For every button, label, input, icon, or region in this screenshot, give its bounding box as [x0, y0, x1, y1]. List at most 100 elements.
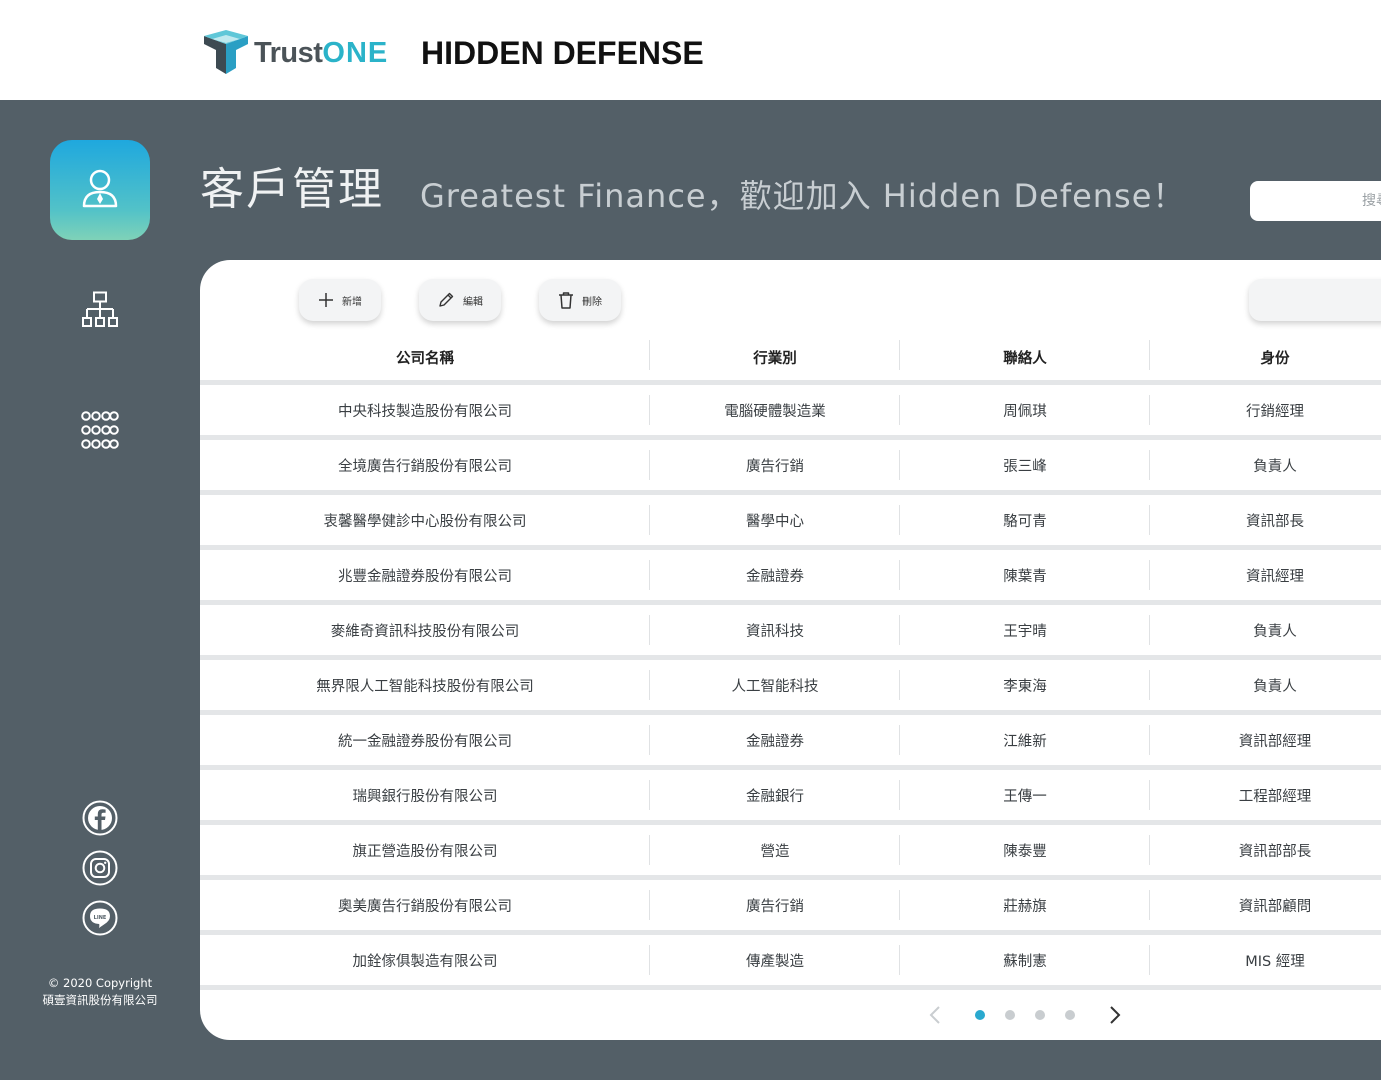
- column-divider: [649, 450, 650, 480]
- column-divider: [899, 780, 900, 810]
- column-divider: [1149, 505, 1150, 535]
- plus-icon: [319, 293, 333, 307]
- page-dot-2[interactable]: [1005, 1010, 1015, 1020]
- row-contact: 陳泰豐: [1003, 843, 1047, 860]
- column-divider: [899, 670, 900, 700]
- row-industry: 傳產製造: [746, 953, 804, 970]
- row-title: 資訊部長: [1246, 513, 1304, 530]
- column-divider: [1149, 615, 1150, 645]
- instagram-icon[interactable]: [82, 850, 118, 886]
- row-title: 資訊經理: [1246, 568, 1304, 585]
- add-button-label: 新增: [342, 296, 362, 308]
- table-row[interactable]: 統一金融證券股份有限公司 金融證券 江維新 資訊部經理: [200, 715, 1381, 770]
- top-bar: TrustONE HIDDEN DEFENSE: [0, 0, 1381, 100]
- row-contact: 張三峰: [1003, 458, 1047, 475]
- table-row[interactable]: 無界限人工智能科技股份有限公司 人工智能科技 李東海 負責人: [200, 660, 1381, 715]
- row-title: 負責人: [1253, 623, 1297, 640]
- column-header-title[interactable]: 身份: [1150, 335, 1381, 380]
- trash-icon: [559, 292, 573, 309]
- column-divider: [899, 945, 900, 975]
- column-divider: [649, 945, 650, 975]
- page-title: 客戶管理: [200, 164, 384, 215]
- nav-customers-button[interactable]: [50, 140, 150, 240]
- column-divider: [649, 505, 650, 535]
- table-row[interactable]: 瑞興銀行股份有限公司 金融銀行 王傳一 工程部經理: [200, 770, 1381, 825]
- row-contact: 王傳一: [1003, 788, 1047, 805]
- page-dot-1[interactable]: [975, 1010, 985, 1020]
- row-company: 加銓傢俱製造有限公司: [352, 953, 498, 970]
- edit-button[interactable]: 編輯: [419, 279, 501, 321]
- row-contact: 李東海: [1003, 678, 1047, 695]
- column-divider: [1149, 780, 1150, 810]
- table-row[interactable]: 衷馨醫學健診中心股份有限公司 醫學中心 駱可青 資訊部長: [200, 495, 1381, 550]
- row-company: 麥維奇資訊科技股份有限公司: [330, 623, 520, 640]
- row-title: 行銷經理: [1246, 403, 1304, 420]
- row-contact: 蘇制憲: [1003, 953, 1047, 970]
- column-header-contact[interactable]: 聯絡人: [900, 335, 1150, 380]
- table-row[interactable]: 全境廣告行銷股份有限公司 廣告行銷 張三峰 負責人: [200, 440, 1381, 495]
- row-contact: 江維新: [1003, 733, 1047, 750]
- copyright-line-1: © 2020 Copyright: [47, 976, 153, 990]
- column-divider: [649, 670, 650, 700]
- row-industry: 資訊科技: [746, 623, 804, 640]
- svg-text:LINE: LINE: [94, 915, 107, 921]
- table-header: 公司名稱 行業別 聯絡人 身份: [200, 335, 1381, 385]
- row-contact: 周佩琪: [1003, 403, 1047, 420]
- column-divider: [899, 725, 900, 755]
- table-row[interactable]: 中央科技製造股份有限公司 電腦硬體製造業 周佩琪 行銷經理: [200, 385, 1381, 440]
- column-divider: [899, 835, 900, 865]
- row-industry: 金融銀行: [746, 788, 804, 805]
- row-title: 負責人: [1253, 678, 1297, 695]
- line-icon[interactable]: LINE: [82, 900, 118, 936]
- column-divider: [649, 560, 650, 590]
- table-row[interactable]: 奧美廣告行銷股份有限公司 廣告行銷 莊赫旗 資訊部顧問: [200, 880, 1381, 935]
- row-company: 旗正營造股份有限公司: [352, 843, 498, 860]
- column-divider: [1149, 450, 1150, 480]
- page-dot-4[interactable]: [1065, 1010, 1075, 1020]
- facebook-icon[interactable]: [82, 800, 118, 836]
- toolbar-extra-button[interactable]: [1249, 279, 1381, 321]
- row-title: 負責人: [1253, 458, 1297, 475]
- column-divider: [1149, 890, 1150, 920]
- table-row[interactable]: 兆豐金融證券股份有限公司 金融證券 陳葉青 資訊經理: [200, 550, 1381, 605]
- row-title: 資訊部部長: [1238, 843, 1312, 860]
- row-company: 統一金融證券股份有限公司: [338, 733, 512, 750]
- copyright: © 2020 Copyright 碩壹資訊股份有限公司: [20, 975, 180, 1009]
- apps-grid-icon[interactable]: [81, 411, 119, 449]
- column-divider: [1149, 340, 1150, 370]
- row-contact: 陳葉青: [1003, 568, 1047, 585]
- search-input[interactable]: [1250, 181, 1381, 221]
- row-industry: 廣告行銷: [746, 458, 804, 475]
- row-company: 無界限人工智能科技股份有限公司: [316, 678, 534, 695]
- org-chart-icon[interactable]: [82, 291, 118, 329]
- row-company: 瑞興銀行股份有限公司: [352, 788, 498, 805]
- row-industry: 醫學中心: [746, 513, 804, 530]
- user-icon: [82, 169, 118, 208]
- row-company: 全境廣告行銷股份有限公司: [338, 458, 512, 475]
- row-industry: 金融證券: [746, 568, 804, 585]
- row-title: 資訊部經理: [1238, 733, 1312, 750]
- table-row[interactable]: 加銓傢俱製造有限公司 傳產製造 蘇制憲 MIS 經理: [200, 935, 1381, 990]
- row-title: 工程部經理: [1238, 788, 1312, 805]
- table-row[interactable]: 旗正營造股份有限公司 營造 陳泰豐 資訊部部長: [200, 825, 1381, 880]
- delete-button-label: 刪除: [582, 296, 602, 308]
- column-header-industry[interactable]: 行業別: [650, 335, 900, 380]
- column-divider: [899, 890, 900, 920]
- column-divider: [649, 835, 650, 865]
- column-divider: [1149, 835, 1150, 865]
- next-page-icon[interactable]: [1108, 1005, 1122, 1025]
- table-row[interactable]: 麥維奇資訊科技股份有限公司 資訊科技 王宇晴 負責人: [200, 605, 1381, 660]
- column-divider: [899, 615, 900, 645]
- column-divider: [1149, 560, 1150, 590]
- brand-name: TrustONE: [254, 37, 389, 69]
- column-divider: [649, 395, 650, 425]
- column-divider: [899, 395, 900, 425]
- column-divider: [649, 615, 650, 645]
- column-divider: [1149, 670, 1150, 700]
- page-dot-3[interactable]: [1035, 1010, 1045, 1020]
- previous-page-icon[interactable]: [928, 1005, 942, 1025]
- add-button[interactable]: 新增: [299, 279, 381, 321]
- column-header-company[interactable]: 公司名稱: [200, 335, 650, 380]
- row-industry: 人工智能科技: [731, 678, 819, 695]
- delete-button[interactable]: 刪除: [539, 279, 621, 321]
